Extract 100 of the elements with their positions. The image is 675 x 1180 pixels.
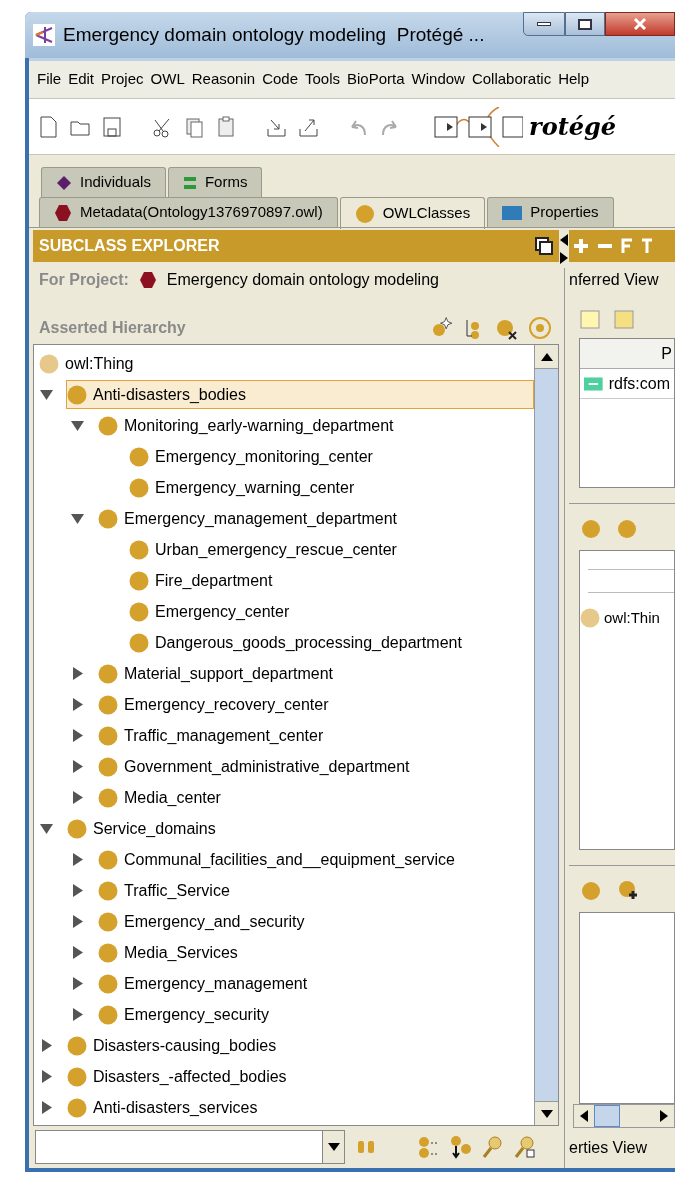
key-search-icon[interactable] — [513, 1135, 535, 1159]
tree-item[interactable]: Service_domains — [66, 814, 223, 843]
tab[interactable]: Individuals — [41, 167, 166, 197]
tree-item[interactable]: Urban_emergency_rescue_center — [128, 535, 404, 564]
class-circle-icon — [98, 787, 118, 808]
menu-item[interactable]: OWL — [150, 68, 185, 91]
tree-item[interactable]: Emergency_management — [97, 969, 315, 998]
menu-item[interactable]: Help — [558, 68, 589, 91]
scroll-down-icon[interactable] — [540, 1109, 553, 1118]
tab[interactable]: Forms — [167, 167, 263, 197]
menu-item[interactable]: Edit — [68, 68, 95, 91]
class-circle-icon — [98, 663, 118, 684]
window-icon[interactable] — [535, 237, 553, 255]
tree-item[interactable]: Fire_department — [128, 566, 280, 595]
tree-item[interactable]: Emergency_center — [128, 597, 297, 626]
move-class-icon[interactable] — [449, 1135, 471, 1159]
scroll-up-icon[interactable] — [540, 352, 553, 361]
collapsed-toggle-icon[interactable] — [40, 1101, 53, 1114]
class-circle-icon — [98, 849, 118, 870]
menu-item[interactable]: Code — [262, 68, 298, 91]
class-circle-icon — [129, 477, 149, 498]
collapsed-toggle-icon[interactable] — [71, 667, 84, 680]
scroll-right-icon[interactable] — [660, 1110, 668, 1122]
menu-item[interactable]: Reasonin — [191, 68, 256, 91]
logo-text: rotégé — [529, 110, 617, 143]
tree-item[interactable]: Dangerous_goods_processing_department — [128, 628, 469, 657]
expanded-toggle-icon[interactable] — [71, 419, 84, 432]
view-label: erties View — [569, 1138, 648, 1158]
collapsed-toggle-icon[interactable] — [71, 977, 84, 990]
class-circle-icon — [67, 1035, 87, 1056]
tab[interactable]: OWLClasses — [339, 197, 486, 229]
tree-item[interactable]: Emergency_monitoring_center — [128, 442, 380, 471]
menu-item[interactable]: Tools — [305, 68, 340, 91]
f-icon[interactable] — [621, 238, 633, 254]
diamond-icon — [56, 174, 72, 191]
plus-icon[interactable] — [573, 238, 589, 254]
class-circle-icon — [580, 608, 600, 629]
menu-item[interactable]: Window — [411, 68, 465, 91]
minimize-button[interactable] — [523, 12, 565, 36]
collapsed-toggle-icon[interactable] — [71, 1008, 84, 1021]
class-circle-icon — [98, 725, 118, 746]
class-list-icon[interactable] — [417, 1135, 439, 1159]
collapsed-toggle-icon[interactable] — [40, 1070, 53, 1083]
collapsed-toggle-icon[interactable] — [71, 729, 84, 742]
scrollbar[interactable] — [534, 345, 558, 1125]
collapsed-toggle-icon[interactable] — [71, 915, 84, 928]
collapsed-toggle-icon[interactable] — [71, 698, 84, 711]
collapsed-toggle-icon[interactable] — [40, 1039, 53, 1052]
tab[interactable]: Metadata(Ontology1376970897.owl) — [39, 197, 338, 227]
scroll-left-icon[interactable] — [580, 1110, 588, 1122]
tree-item[interactable]: Emergency_recovery_center — [97, 690, 336, 719]
collapsed-toggle-icon[interactable] — [71, 791, 84, 804]
tree-item[interactable]: Anti-disasters_services — [66, 1093, 265, 1122]
menu-item[interactable]: BioPorta — [347, 68, 405, 91]
key-search-icon[interactable] — [481, 1135, 503, 1159]
bars-icon — [182, 175, 197, 190]
tree-item[interactable]: Anti-disasters_bodies — [66, 380, 534, 409]
splitter-arrows-icon[interactable] — [560, 234, 568, 264]
new-file-icon[interactable] — [37, 114, 59, 139]
collapsed-toggle-icon[interactable] — [71, 946, 84, 959]
tree-item[interactable]: Emergency_security — [97, 1000, 276, 1029]
class-circle-icon — [98, 911, 118, 932]
collapsed-toggle-icon[interactable] — [71, 884, 84, 897]
tree-item[interactable]: owl:Thing — [38, 349, 141, 378]
menu-item[interactable]: File — [37, 68, 62, 91]
tree-item[interactable]: Traffic_Service — [97, 876, 237, 905]
horizontal-scrollbar[interactable] — [573, 1104, 675, 1128]
class-circle-icon — [67, 384, 87, 405]
menu-item[interactable]: Projec — [101, 68, 144, 91]
tree-item[interactable]: Media_center — [97, 783, 228, 812]
menu-item[interactable]: Collaboratic — [471, 68, 552, 91]
tree-item[interactable]: Emergency_warning_center — [128, 473, 362, 502]
tree-item[interactable]: Disasters_-affected_bodies — [66, 1062, 294, 1091]
class-circle-icon — [98, 973, 118, 994]
tree-item[interactable]: Media_Services — [97, 938, 245, 967]
dropdown-caret-icon[interactable] — [327, 1143, 340, 1151]
superclass-item[interactable]: owl:Thin — [604, 607, 660, 630]
tab[interactable]: Properties — [487, 197, 614, 227]
tree-item[interactable]: Monitoring_early-warning_department — [97, 411, 401, 440]
save-icon[interactable] — [101, 114, 123, 139]
tree-item[interactable]: Material_support_department — [97, 659, 340, 688]
search-combo-field[interactable] — [35, 1130, 345, 1164]
panel-header: SUBCLASS EXPLORER — [33, 230, 559, 262]
tree-item[interactable]: Traffic_management_center — [97, 721, 331, 750]
collapsed-toggle-icon[interactable] — [71, 853, 84, 866]
tree-item[interactable]: Government_administrative_department — [97, 752, 417, 781]
tree-item[interactable]: Emergency_management_department — [97, 504, 405, 533]
class-circle-icon — [98, 694, 118, 715]
close-button[interactable] — [605, 12, 675, 36]
expanded-toggle-icon[interactable] — [40, 388, 53, 401]
tree-item[interactable]: Disasters-causing_bodies — [66, 1031, 284, 1060]
collapsed-toggle-icon[interactable] — [71, 760, 84, 773]
tree-item[interactable]: Communal_facilities_and__equipment_service — [97, 845, 462, 874]
paste-icon[interactable] — [215, 114, 237, 139]
expanded-toggle-icon[interactable] — [40, 822, 53, 835]
tree-item[interactable]: Emergency_and_security — [97, 907, 312, 936]
maximize-button[interactable] — [565, 12, 605, 36]
class-circle-icon — [129, 570, 149, 591]
expanded-toggle-icon[interactable] — [71, 512, 84, 525]
t-icon[interactable] — [641, 238, 653, 254]
